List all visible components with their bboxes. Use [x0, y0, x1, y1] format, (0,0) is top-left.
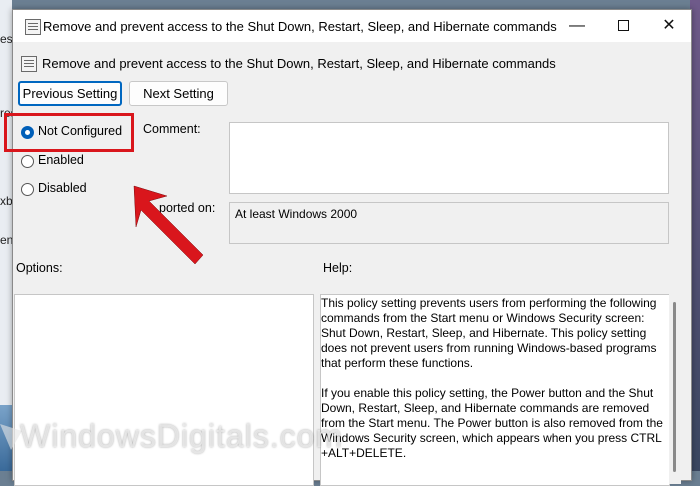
annotation-arrow-icon: [133, 185, 204, 265]
watermark-text: WindowsDigitals.com: [20, 418, 344, 454]
